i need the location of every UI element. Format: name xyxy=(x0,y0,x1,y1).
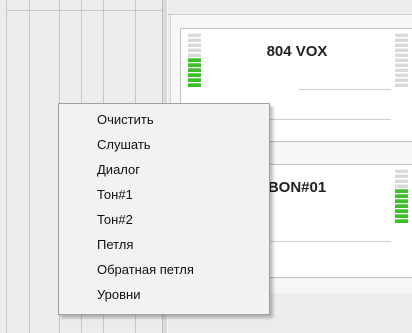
meter-segment xyxy=(188,73,201,77)
meter-segment xyxy=(188,63,201,67)
menu-item-tone2[interactable]: Тон#2 xyxy=(97,208,133,232)
channel-title: 804 VOX xyxy=(266,43,328,60)
meter-segment xyxy=(395,189,408,193)
meter-segment xyxy=(395,58,408,62)
meter-segment xyxy=(395,199,408,203)
meter-segment xyxy=(395,174,408,178)
channel-meter-left xyxy=(188,33,201,88)
grid-row-divider xyxy=(7,10,163,11)
meter-segment xyxy=(395,73,408,77)
meter-segment xyxy=(395,184,408,188)
menu-item-tone1[interactable]: Тон#1 xyxy=(97,183,133,207)
meter-segment xyxy=(395,214,408,218)
meter-segment xyxy=(188,83,201,87)
context-menu: Очистить Слушать Диалог Тон#1 Тон#2 Петл… xyxy=(58,103,270,315)
meter-segment xyxy=(395,48,408,52)
meter-segment xyxy=(395,179,408,183)
menu-item-reverse-loop[interactable]: Обратная петля xyxy=(97,258,194,282)
meter-segment xyxy=(188,33,201,37)
menu-item-dialog[interactable]: Диалог xyxy=(97,158,140,182)
menu-item-levels[interactable]: Уровни xyxy=(97,283,140,307)
meter-segment xyxy=(395,68,408,72)
meter-segment xyxy=(395,219,408,223)
meter-segment xyxy=(395,33,408,37)
meter-segment xyxy=(395,204,408,208)
meter-segment xyxy=(395,83,408,87)
meter-segment xyxy=(188,38,201,42)
meter-segment xyxy=(395,169,408,173)
meter-segment xyxy=(188,78,201,82)
channel-meter-right xyxy=(395,169,408,224)
meter-segment xyxy=(395,38,408,42)
meter-segment xyxy=(395,53,408,57)
menu-item-loop[interactable]: Петля xyxy=(97,233,133,257)
channel-meter-right xyxy=(395,33,408,88)
divider-line xyxy=(299,89,391,90)
meter-segment xyxy=(395,209,408,213)
panel-header xyxy=(168,0,412,15)
menu-item-clear[interactable]: Очистить xyxy=(97,108,154,132)
grid-column-divider xyxy=(29,0,30,333)
meter-segment xyxy=(395,63,408,67)
meter-segment xyxy=(395,43,408,47)
app-window: 804 VOX BON#01 Очистить Слушать Диалог Т… xyxy=(0,0,412,333)
meter-segment xyxy=(188,68,201,72)
meter-segment xyxy=(395,194,408,198)
menu-item-listen[interactable]: Слушать xyxy=(97,133,151,157)
meter-segment xyxy=(395,78,408,82)
